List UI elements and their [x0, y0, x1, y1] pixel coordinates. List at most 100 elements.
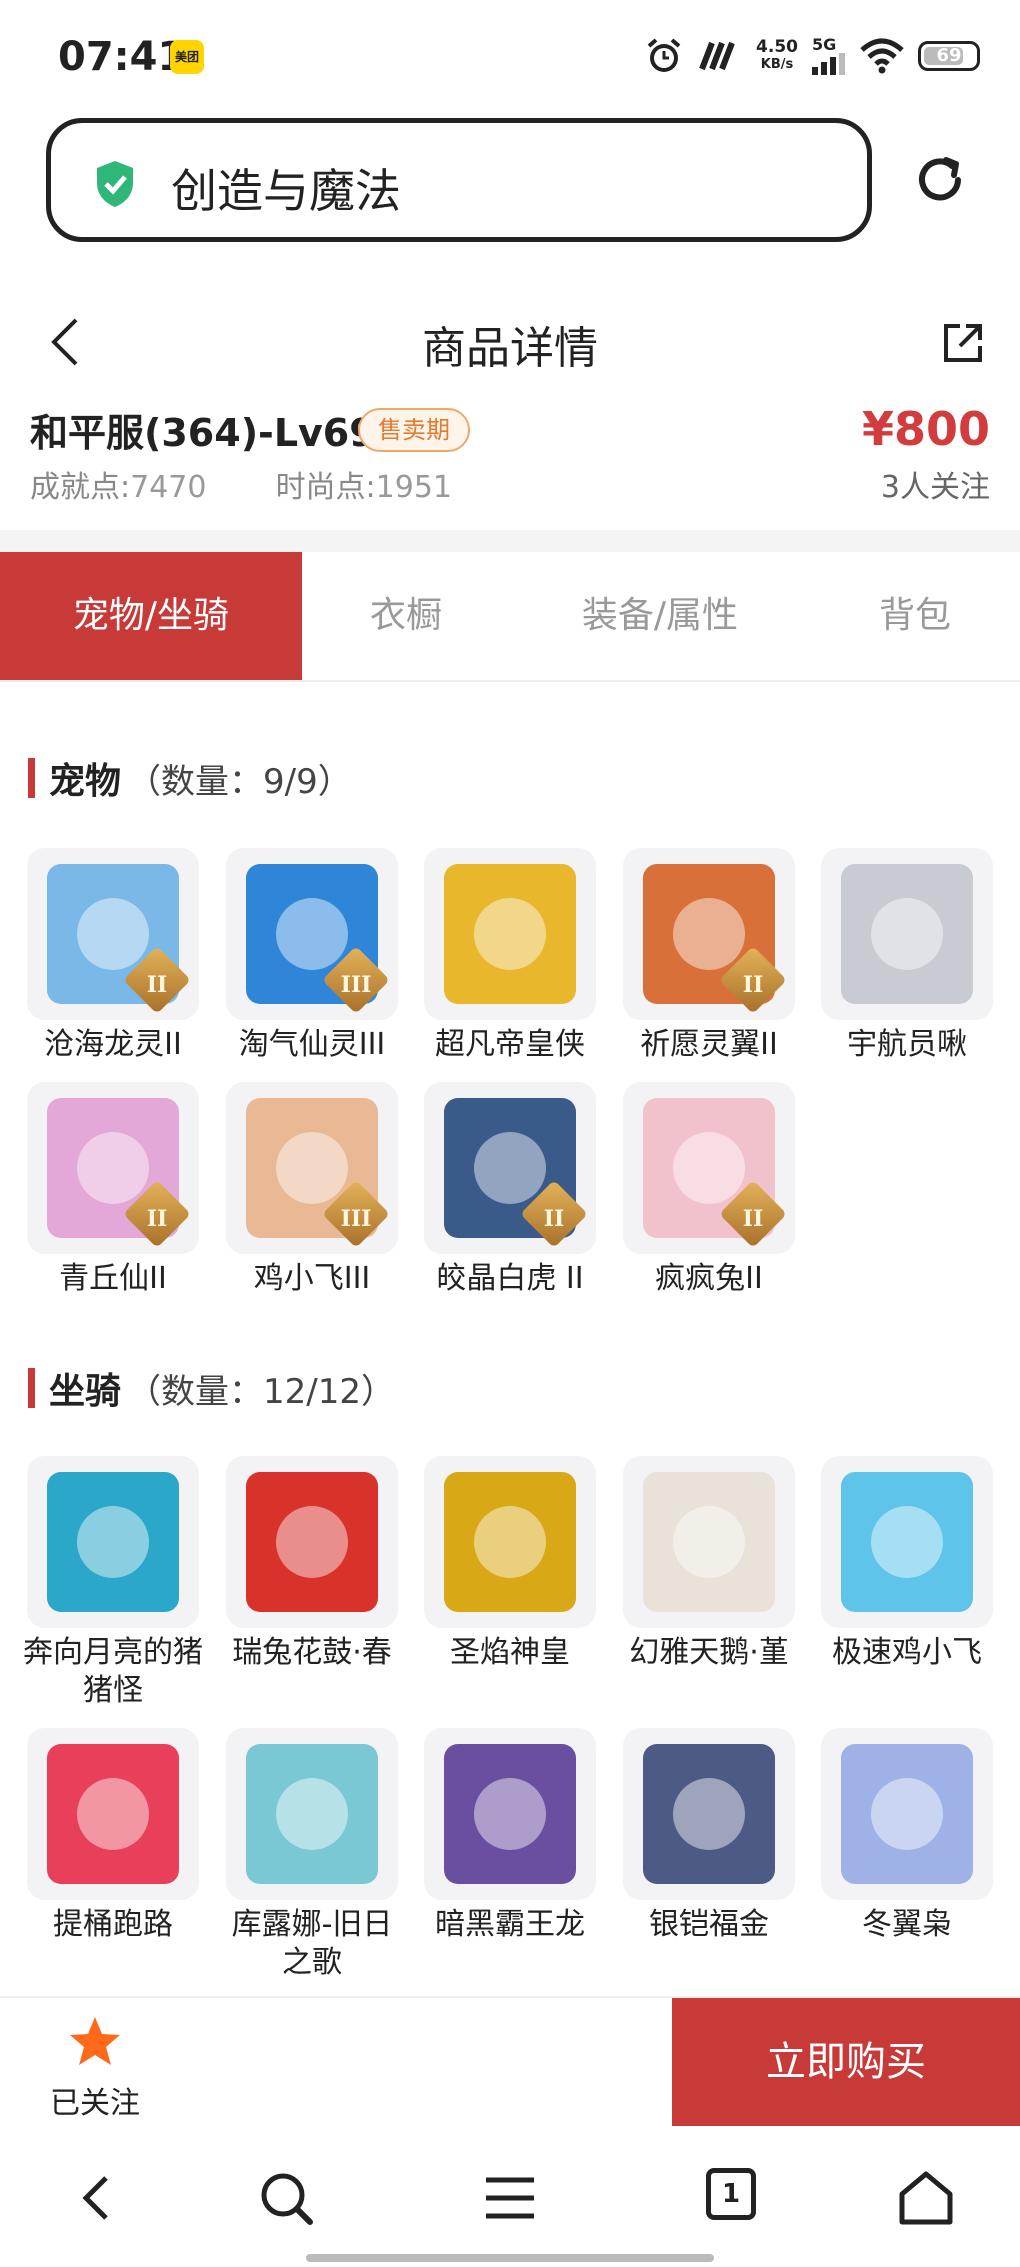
item-card[interactable]: 极速鸡小飞	[821, 1456, 993, 1672]
tier-label: II	[742, 972, 764, 998]
section-accent-bar	[28, 1368, 35, 1408]
item-name: 圣焰神皇	[450, 1635, 570, 1670]
item-card[interactable]: 超凡帝皇侠	[424, 848, 596, 1064]
fashion-label: 时尚点:	[275, 470, 376, 505]
status-bar: 07:41 美团 4.50 KB/s 5G 69	[0, 0, 1020, 110]
item-name: 青丘仙II	[59, 1261, 167, 1296]
secure-shield-icon	[97, 161, 133, 207]
item-thumbnail: II	[27, 848, 199, 1020]
item-name: 疯疯兔II	[655, 1261, 763, 1296]
item-thumbnail	[623, 1728, 795, 1900]
star-icon	[70, 2017, 120, 2065]
item-card[interactable]: III 鸡小飞III	[226, 1082, 398, 1298]
achievement-label: 成就点:	[30, 470, 131, 505]
alarm-icon	[647, 38, 681, 72]
home-icon[interactable]	[896, 2168, 956, 2228]
item-thumbnail	[27, 1456, 199, 1628]
item-card[interactable]: 奔向月亮的猪猪怪	[23, 1456, 203, 1710]
item-card[interactable]: 银铠福金	[623, 1728, 795, 1944]
item-name: 提桶跑路	[53, 1907, 173, 1942]
address-bar[interactable]: 创造与魔法	[46, 118, 872, 242]
browser-nav-bar: 1	[0, 2128, 1020, 2267]
mounts-count: （数量：12/12）	[127, 1371, 395, 1412]
tier-label: II	[146, 1206, 168, 1232]
item-image	[643, 1744, 775, 1884]
item-thumbnail	[821, 1456, 993, 1628]
tier-label: II	[742, 1206, 764, 1232]
item-card[interactable]: II 青丘仙II	[27, 1082, 199, 1298]
tier-label: III	[340, 972, 372, 998]
item-card[interactable]: II 祈愿灵翼II	[623, 848, 795, 1064]
item-thumbnail	[623, 1456, 795, 1628]
follow-button[interactable]: 已关注	[40, 2014, 150, 2121]
pets-count: （数量：9/9）	[127, 761, 352, 802]
item-thumbnail: III	[226, 848, 398, 1020]
tier-label: II	[146, 972, 168, 998]
item-card[interactable]: 宇航员啾	[821, 848, 993, 1064]
menu-icon[interactable]	[480, 2168, 540, 2228]
item-image	[444, 1472, 576, 1612]
product-stats: 成就点:7470 时尚点:1951	[30, 462, 452, 506]
item-thumbnail: II	[623, 848, 795, 1020]
follower-count: 3人关注	[880, 470, 990, 505]
item-name: 皎晶白虎 II	[436, 1261, 584, 1296]
item-card[interactable]: 库露娜-旧日之歌	[226, 1728, 398, 1982]
item-name: 淘气仙灵III	[238, 1027, 386, 1062]
mounts-title: 坐骑	[49, 1371, 122, 1412]
item-image	[47, 1472, 179, 1612]
item-image	[47, 1744, 179, 1884]
item-card[interactable]: 冬翼枭	[821, 1728, 993, 1944]
tab-backpack[interactable]: 背包	[810, 552, 1020, 680]
tab-count: 1	[706, 2168, 756, 2220]
status-time: 07:41	[58, 34, 186, 80]
item-card[interactable]: 幻雅天鹅·堇	[623, 1456, 795, 1672]
pets-section-header: 宠物 （数量：9/9）	[28, 754, 352, 802]
item-card[interactable]: 暗黑霸王龙	[424, 1728, 596, 1944]
meituan-app-icon: 美团	[170, 40, 204, 74]
wifi-icon	[860, 38, 904, 74]
tab-pets-mounts[interactable]: 宠物/坐骑	[0, 552, 302, 680]
item-name: 冬翼枭	[862, 1907, 952, 1942]
battery-icon: 69	[918, 41, 980, 71]
item-name: 超凡帝皇侠	[435, 1027, 585, 1062]
item-thumbnail: II	[27, 1082, 199, 1254]
item-image	[444, 1744, 576, 1884]
item-card[interactable]: II 疯疯兔II	[623, 1082, 795, 1298]
item-name: 奔向月亮的猪猪怪	[23, 1635, 203, 1708]
item-card[interactable]: 瑞兔花鼓·春	[226, 1456, 398, 1672]
action-bar: 已关注 立即购买	[0, 1996, 1020, 2126]
item-image	[444, 864, 576, 1004]
section-divider	[0, 530, 1020, 552]
item-thumbnail	[424, 1728, 596, 1900]
tabs-button[interactable]: 1	[706, 2168, 766, 2228]
reload-icon[interactable]	[910, 150, 970, 210]
item-card[interactable]: 提桶跑路	[27, 1728, 199, 1944]
item-card[interactable]: 圣焰神皇	[424, 1456, 596, 1672]
item-name: 库露娜-旧日之歌	[231, 1907, 393, 1980]
item-thumbnail	[821, 848, 993, 1020]
item-name: 极速鸡小飞	[832, 1635, 982, 1670]
home-indicator[interactable]	[306, 2254, 714, 2262]
nav-back-icon[interactable]	[68, 2168, 128, 2228]
signal-indicator: 5G	[812, 37, 846, 75]
page-title: 商品详情	[422, 323, 598, 374]
item-card[interactable]: III 淘气仙灵III	[226, 848, 398, 1064]
tab-wardrobe[interactable]: 衣橱	[302, 552, 510, 680]
item-thumbnail	[27, 1728, 199, 1900]
address-text[interactable]: 创造与魔法	[171, 155, 401, 221]
item-card[interactable]: II 沧海龙灵II	[27, 848, 199, 1064]
item-image	[841, 1744, 973, 1884]
follow-label: 已关注	[50, 2086, 140, 2121]
item-thumbnail	[424, 848, 596, 1020]
detail-tabs: 宠物/坐骑 衣橱 装备/属性 背包	[0, 552, 1020, 682]
search-icon[interactable]	[256, 2168, 316, 2228]
share-icon[interactable]	[940, 320, 986, 366]
item-name: 祈愿灵翼II	[640, 1027, 778, 1062]
tier-label: III	[340, 1206, 372, 1232]
tab-equipment[interactable]: 装备/属性	[510, 552, 810, 680]
buy-now-button[interactable]: 立即购买	[672, 1998, 1020, 2126]
fashion-value: 1951	[375, 470, 453, 505]
nfc-icon	[699, 41, 735, 71]
tier-label: II	[543, 1206, 565, 1232]
item-card[interactable]: II 皎晶白虎 II	[424, 1082, 596, 1298]
